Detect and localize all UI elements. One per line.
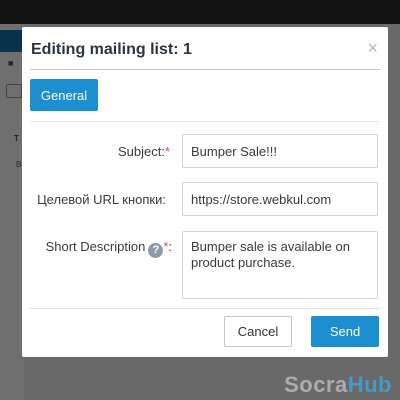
watermark-part1: Socra (284, 372, 348, 397)
subject-label: Subject:* (52, 144, 170, 159)
short-description-label: Short Description? *: (26, 239, 172, 258)
button-url-input-value: https://store.webkul.com (191, 191, 332, 207)
footer-divider (30, 308, 380, 309)
short-description-textarea[interactable]: Bumper sale is available on product purc… (182, 231, 378, 299)
short-description-value: Bumper sale is available on product purc… (191, 239, 350, 270)
tab-general[interactable]: General (30, 79, 98, 111)
cancel-button[interactable]: Cancel (224, 316, 292, 347)
header-divider (30, 69, 380, 70)
edit-mailing-list-modal: Editing mailing list: 1 × General Subjec… (22, 27, 388, 357)
short-description-label-text: Short Description (45, 239, 146, 254)
tabs-divider (30, 121, 380, 122)
help-icon[interactable]: ? (148, 243, 164, 258)
short-description-label-colon: : (168, 239, 172, 254)
watermark: SocraHub (284, 372, 392, 398)
subject-input[interactable]: Bumper Sale!!! (182, 134, 378, 168)
send-button[interactable]: Send (311, 316, 379, 347)
subject-input-value: Bumper Sale!!! (191, 143, 277, 159)
watermark-part2: Hub (347, 372, 392, 397)
subject-label-text: Subject: (117, 144, 165, 159)
button-url-input[interactable]: https://store.webkul.com (182, 182, 378, 216)
modal-header: Editing mailing list: 1 × (22, 27, 388, 70)
close-icon[interactable]: × (367, 39, 378, 57)
modal-title: Editing mailing list: 1 (31, 41, 192, 58)
subject-required-mark: * (164, 144, 170, 159)
button-url-label: Целевой URL кнопки: (37, 192, 166, 207)
